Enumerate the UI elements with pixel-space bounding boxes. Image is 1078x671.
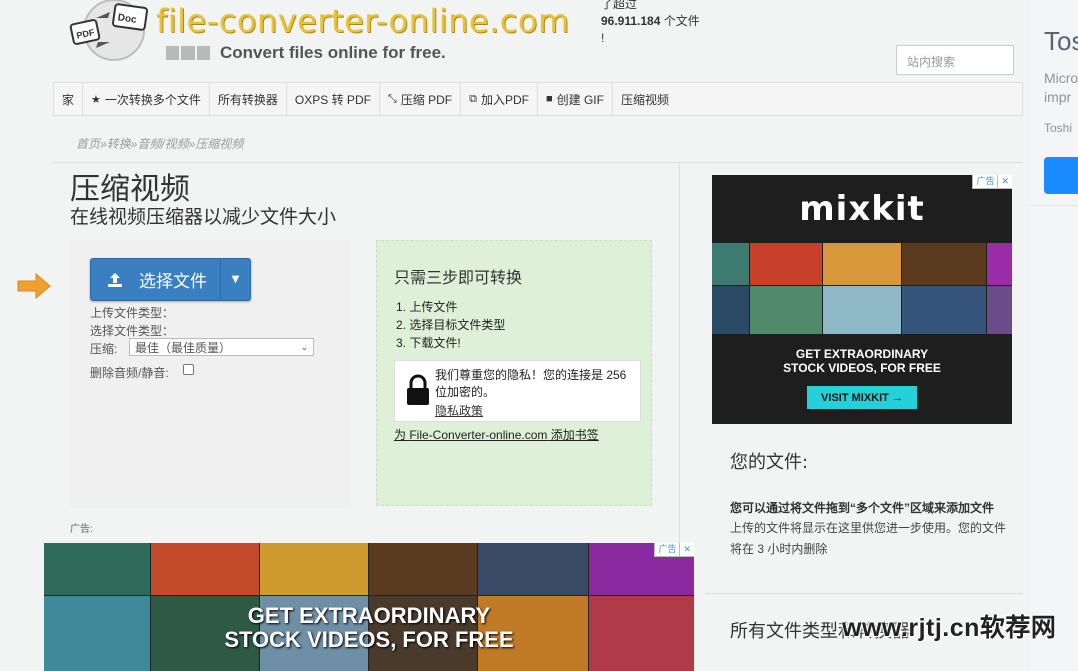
nav-label: 创建 GIF	[556, 92, 604, 107]
watermark: www.rjtj.cn软荐网	[842, 614, 1057, 642]
step-item: 2. 选择目标文件类型	[396, 318, 506, 332]
counter-line1: 了超过	[601, 0, 638, 11]
remove-audio-label: 删除音频/静音:	[90, 366, 169, 380]
ad-badge[interactable]: 广告 ✕	[654, 543, 694, 557]
bookmark-prefix: 为	[394, 428, 410, 442]
nav-item-home[interactable]: 家	[54, 83, 84, 115]
divider	[53, 162, 1023, 163]
site-tagline: Convert files online for free.	[220, 43, 446, 62]
side-ad-small: Toshi	[1044, 121, 1073, 135]
choose-file-label: 选择文件	[139, 272, 207, 292]
page-subtitle: 在线视频压缩器以减少文件大小	[70, 206, 337, 228]
remove-audio-checkbox[interactable]	[183, 364, 194, 375]
compress-value: 最佳（最佳质量）	[135, 340, 232, 355]
bookmark-site: File-Converter-online.com	[409, 428, 548, 442]
nav-label: 家	[62, 92, 75, 107]
step-item: 1. 上传文件	[396, 300, 458, 314]
side-ad-title: Tos	[1044, 26, 1078, 56]
upload-icon	[108, 272, 122, 287]
divider	[1030, 205, 1078, 206]
bookmark-suffix: 添加书签	[547, 428, 599, 442]
files-description: 上传的文件将显示在这里供您进一步使用。您的文件将在 3 小时内删除	[730, 521, 1007, 556]
ad-banner-bottom[interactable]: GET EXTRAORDINARY STOCK VIDEOS, FOR FREE…	[44, 543, 694, 671]
side-ad-button[interactable]	[1044, 157, 1078, 194]
privacy-text: 我们尊重您的隐私！您的连接是 256 位加密的。	[435, 368, 627, 399]
choose-file-main[interactable]: 选择文件	[91, 259, 220, 300]
choose-file-button[interactable]: 选择文件 ▼	[90, 258, 251, 301]
ad-brand: mixkit	[799, 189, 925, 229]
nav-item-create-gif[interactable]: ■ 创建 GIF	[538, 83, 613, 115]
step-item: 3. 下载文件!	[396, 336, 461, 350]
nav-label: 压缩 PDF	[400, 92, 453, 107]
breadcrumb[interactable]: 首页»转换»音频/视频»压缩视频	[76, 135, 243, 152]
site-search-input[interactable]: 站内搜索	[896, 45, 1014, 75]
nav-label: 压缩视频	[620, 92, 669, 107]
ad-badge-label: 广告	[976, 177, 995, 187]
nav-item-batch[interactable]: ★ 一次转换多个文件	[83, 83, 210, 115]
compress-icon: ⤡	[387, 92, 397, 105]
nav-item-compress-video[interactable]: 压缩视频	[613, 83, 677, 115]
counter-suffix: 个文件	[660, 14, 700, 28]
tagline-decoration	[166, 46, 210, 60]
nav-item-join-pdf[interactable]: ⧉ 加入PDF	[461, 83, 538, 115]
ad-headline-line1: GET EXTRAORDINARY	[247, 603, 491, 628]
close-icon[interactable]: ✕	[679, 543, 694, 556]
steps-title: 只需三步即可转换	[394, 268, 523, 287]
site-name[interactable]: file-converter-online.com	[156, 2, 570, 40]
site-logo[interactable]: PDF Doc	[66, 0, 156, 62]
counter-number: 96.911.184	[601, 14, 661, 28]
chevron-down-icon[interactable]: ▼	[220, 259, 250, 300]
ad-headline-line2: STOCK VIDEOS, FOR FREE	[783, 361, 941, 375]
ad-cta-button[interactable]: VISIT MIXKIT →	[807, 386, 917, 409]
steps-list: 1. 上传文件 2. 选择目标文件类型 3. 下载文件!	[396, 298, 505, 352]
ad-label: 广告:	[70, 524, 93, 535]
ad-headline-line1: GET EXTRAORDINARY	[795, 347, 929, 361]
privacy-policy-link[interactable]: 隐私政策	[435, 402, 483, 419]
nav-label: 一次转换多个文件	[104, 92, 201, 107]
nav-label: 加入PDF	[480, 92, 529, 107]
star-icon: ★	[91, 93, 101, 106]
divider	[705, 593, 1023, 594]
lock-icon	[407, 374, 429, 405]
ad-badge-label: 广告	[658, 545, 677, 555]
files-drag-hint: 您可以通过将文件拖到“多个文件”区域来添加文件	[730, 501, 995, 515]
nav-item-oxps-to-pdf[interactable]: OXPS 转 PDF	[287, 83, 380, 115]
compress-select[interactable]: 最佳（最佳质量） ⌄	[129, 338, 314, 356]
compress-label: 压缩:	[90, 342, 118, 356]
ad-headline-line2: STOCK VIDEOS, FOR FREE	[224, 627, 514, 652]
chevron-down-icon: ⌄	[300, 341, 308, 352]
nav-item-compress-pdf[interactable]: ⤡ 压缩 PDF	[380, 83, 462, 115]
close-icon[interactable]: ✕	[997, 175, 1012, 188]
ad-badge[interactable]: 广告 ✕	[972, 175, 1012, 189]
select-type-label: 选择文件类型：	[90, 324, 175, 338]
conversion-counter: 了超过 96.911.184 个文件 !	[601, 0, 700, 47]
copy-icon: ⧉	[469, 92, 477, 105]
bookmark-link[interactable]: 为 File-Converter-online.com 添加书签	[394, 426, 599, 443]
nav-item-all-converters[interactable]: 所有转换器	[210, 83, 287, 115]
arrow-right-icon	[17, 272, 51, 300]
ad-banner-right[interactable]: mixkit GET EXTRAORDINARY STOCK VIDEOS, F…	[712, 175, 1012, 424]
side-ad-line: impr	[1044, 89, 1072, 105]
upload-type-label: 上传文件类型：	[90, 306, 175, 320]
nav-label: 所有转换器	[217, 92, 278, 107]
main-nav: 家 ★ 一次转换多个文件 所有转换器 OXPS 转 PDF ⤡ 压缩 PDF ⧉ 加入…	[53, 82, 1023, 116]
side-ad-line: Micro	[1044, 70, 1078, 86]
your-files-title: 您的文件:	[730, 452, 809, 473]
video-icon: ■	[545, 93, 553, 105]
nav-label: OXPS 转 PDF	[294, 92, 371, 107]
counter-line3: !	[601, 31, 605, 45]
